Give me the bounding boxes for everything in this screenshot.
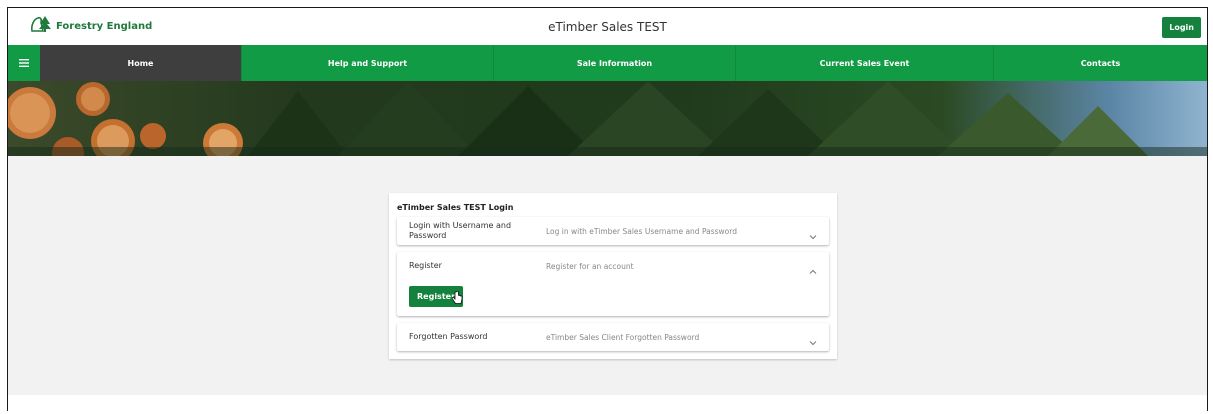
login-card: eTimber Sales TEST Login Login with User… [389, 193, 837, 359]
login-card-title: eTimber Sales TEST Login [397, 203, 514, 212]
panel-header[interactable]: Forgotten Password eTimber Sales Client … [397, 323, 829, 351]
register-button-label: Register [417, 292, 456, 301]
panel-label: Forgotten Password [409, 332, 488, 341]
panel-forgotten-password[interactable]: Forgotten Password eTimber Sales Client … [397, 323, 829, 351]
nav-item-sale-information[interactable]: Sale Information [493, 45, 735, 81]
main-content: eTimber Sales TEST Login Login with User… [8, 156, 1207, 395]
nav-item-home[interactable]: Home [40, 45, 241, 81]
main-nav: Home Help and Support Sale Information C… [8, 45, 1207, 81]
chevron-down-icon[interactable] [809, 333, 817, 351]
brand-name: Forestry England [56, 21, 153, 32]
panel-description: eTimber Sales Client Forgotten Password [546, 332, 700, 342]
panel-header[interactable]: Register Register for an account [397, 252, 829, 280]
app-title: eTimber Sales TEST [548, 19, 667, 34]
tree-logo-icon [30, 15, 52, 38]
panel-label: Login with Username and Password [409, 221, 512, 240]
panel-register[interactable]: Register Register for an account Registe… [397, 252, 829, 316]
chevron-up-icon[interactable] [809, 262, 817, 280]
page-frame: Forestry England eTimber Sales TEST Logi… [7, 7, 1208, 411]
panel-label: Register [409, 261, 442, 270]
nav-item-help-and-support[interactable]: Help and Support [241, 45, 493, 81]
panel-body: Register [397, 280, 829, 316]
panel-login-username[interactable]: Login with Username and Password Log in … [397, 217, 829, 245]
register-button[interactable]: Register [409, 286, 464, 307]
login-button[interactable]: Login [1162, 17, 1201, 38]
hand-cursor-icon [451, 290, 463, 307]
chevron-down-icon[interactable] [809, 227, 817, 245]
brand-logo[interactable]: Forestry England [30, 15, 152, 38]
menu-toggle[interactable] [8, 45, 40, 81]
hamburger-menu-icon [19, 54, 29, 72]
panel-header[interactable]: Login with Username and Password Log in … [397, 217, 829, 245]
nav-item-contacts[interactable]: Contacts [993, 45, 1207, 81]
panel-description: Log in with eTimber Sales Username and P… [546, 226, 737, 236]
hero-banner-image [8, 81, 1207, 156]
top-bar: Forestry England eTimber Sales TEST Logi… [8, 8, 1207, 45]
panel-description: Register for an account [546, 261, 634, 271]
nav-item-current-sales-event[interactable]: Current Sales Event [735, 45, 993, 81]
